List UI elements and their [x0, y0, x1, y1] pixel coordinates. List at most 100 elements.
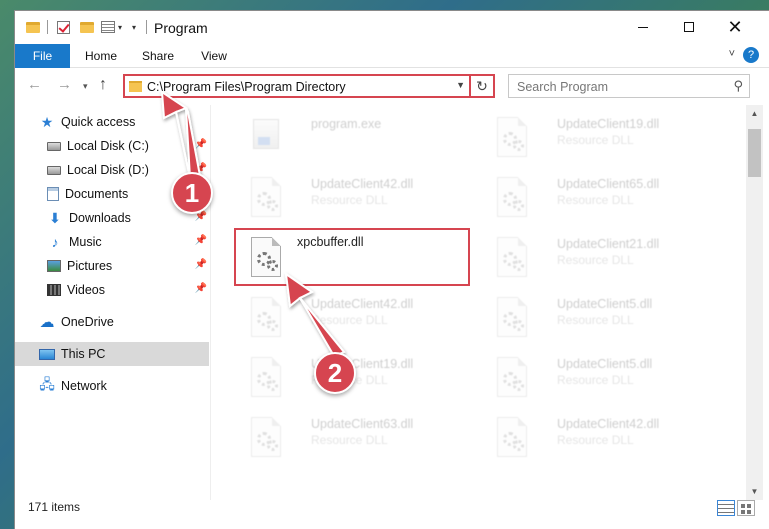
file-type: Resource DLL [557, 433, 634, 447]
dll-icon [493, 415, 533, 461]
cloud-icon: ☁ [39, 314, 55, 331]
file-item[interactable]: UpdateClient63.dll Resource DLL [239, 409, 479, 467]
file-name: UpdateClient19.dll [557, 117, 660, 131]
scrollbar-thumb[interactable] [748, 129, 761, 177]
sidebar-item-label: Videos [67, 283, 105, 297]
file-type: Resource DLL [557, 193, 634, 207]
sidebar-item-pictures[interactable]: Pictures 📌 [15, 254, 209, 278]
minimize-button[interactable] [620, 11, 666, 43]
file-type: Resource DLL [557, 313, 634, 327]
file-name: program.exe [311, 117, 382, 131]
file-name: UpdateClient42.dll [311, 177, 414, 191]
step-1-badge: 1 [171, 172, 213, 214]
file-item[interactable]: UpdateClient42.dll Resource DLL [239, 169, 479, 227]
sidebar-item-label: Network [61, 379, 107, 393]
up-arrow-icon[interactable]: ↑ [99, 76, 107, 94]
ribbon: File Home Share View ˅ ? [15, 44, 769, 68]
separator [47, 18, 48, 36]
sidebar-item-local-disk-c[interactable]: Local Disk (C:) 📌 [15, 134, 209, 158]
sidebar-item-music[interactable]: ♪ Music 📌 [15, 230, 209, 254]
address-path[interactable]: C:\Program Files\Program Directory [147, 80, 346, 94]
expand-ribbon-icon[interactable]: ˅ [729, 48, 735, 60]
file-type: Resource DLL [311, 193, 388, 207]
scroll-down-icon[interactable]: ▼ [746, 483, 763, 500]
sidebar-item-videos[interactable]: Videos 📌 [15, 278, 209, 302]
network-icon: 🖧 [39, 376, 55, 392]
file-type: Resource DLL [557, 373, 634, 387]
close-button[interactable]: ✕ [712, 11, 758, 43]
file-name: UpdateClient5.dll [557, 357, 653, 371]
file-item[interactable]: program.exe [239, 109, 479, 167]
selection-highlight [234, 228, 470, 286]
file-type: Resource DLL [557, 253, 634, 267]
documents-icon [47, 187, 59, 201]
properties-icon[interactable] [101, 18, 115, 36]
dll-icon [247, 355, 287, 401]
tab-home[interactable]: Home [77, 44, 125, 68]
dll-icon [493, 235, 533, 281]
file-name: UpdateClient63.dll [311, 417, 414, 431]
sidebar-item-label: Pictures [67, 259, 113, 273]
sidebar-item-label: Local Disk (D:) [67, 163, 149, 177]
file-item[interactable]: UpdateClient42.dll Resource DLL [485, 409, 725, 467]
title-bar: ▾ ▾ Program ✕ [15, 11, 769, 44]
vertical-scrollbar[interactable]: ▲ ▼ [746, 105, 763, 500]
scroll-up-icon[interactable]: ▲ [746, 105, 763, 122]
pin-icon[interactable]: 📌 [195, 235, 207, 246]
file-type: Resource DLL [311, 433, 388, 447]
maximize-button[interactable] [666, 11, 712, 43]
file-name: UpdateClient21.dll [557, 237, 660, 251]
pin-icon[interactable]: 📌 [195, 283, 207, 294]
navigation-bar: ← → ▾ ↑ C:\Program Files\Program Directo… [15, 69, 769, 103]
tab-view[interactable]: View [191, 44, 237, 68]
folder-icon [26, 18, 40, 36]
pictures-icon [47, 260, 61, 272]
chevron-down-icon[interactable]: ▼ [456, 80, 465, 90]
recent-locations-icon[interactable]: ▾ [83, 81, 88, 92]
videos-icon [47, 284, 61, 296]
address-bar[interactable]: C:\Program Files\Program Directory ▼ ↻ [123, 74, 495, 98]
file-item[interactable]: UpdateClient21.dll Resource DLL [485, 229, 725, 287]
sidebar-item-network[interactable]: 🖧 Network [15, 374, 209, 398]
details-view-icon[interactable] [717, 500, 735, 516]
file-type: Resource DLL [557, 133, 634, 147]
computer-icon [39, 348, 55, 360]
dll-icon [247, 415, 287, 461]
help-icon[interactable]: ? [743, 47, 759, 63]
tab-file[interactable]: File [15, 44, 70, 68]
dll-icon [493, 295, 533, 341]
file-type: Resource DLL [311, 313, 388, 327]
sidebar-item-this-pc[interactable]: This PC [15, 342, 209, 366]
sidebar-item-onedrive[interactable]: ☁ OneDrive [15, 310, 209, 334]
file-item[interactable]: UpdateClient19.dll Resource DLL [485, 109, 725, 167]
chevron-down-icon[interactable]: ▾ [118, 18, 122, 36]
new-folder-icon[interactable] [80, 18, 94, 36]
tab-share[interactable]: Share [133, 44, 183, 68]
customize-toolbar-icon[interactable]: ▾ [132, 18, 136, 36]
file-name: UpdateClient65.dll [557, 177, 660, 191]
file-item[interactable]: UpdateClient42.dll Resource DLL [239, 289, 479, 347]
pin-icon[interactable]: 📌 [195, 139, 207, 150]
exe-icon [247, 115, 287, 161]
search-box[interactable]: Search Program ⚲ [508, 74, 750, 98]
file-item[interactable]: UpdateClient5.dll Resource DLL [485, 289, 725, 347]
large-icons-view-icon[interactable] [737, 500, 755, 516]
file-item[interactable]: UpdateClient65.dll Resource DLL [485, 169, 725, 227]
properties-check-icon[interactable] [57, 18, 70, 36]
item-count: 171 items [28, 500, 81, 514]
back-arrow-icon[interactable]: ← [27, 76, 42, 93]
forward-arrow-icon[interactable]: → [57, 76, 72, 93]
dll-icon [493, 175, 533, 221]
status-bar: 171 items [15, 500, 769, 529]
file-item[interactable]: UpdateClient5.dll Resource DLL [485, 349, 725, 407]
drive-icon [47, 165, 61, 175]
search-input[interactable]: Search Program [517, 80, 608, 94]
refresh-icon[interactable]: ↻ [469, 76, 493, 96]
pin-icon[interactable]: 📌 [195, 259, 207, 270]
file-name: UpdateClient42.dll [311, 297, 414, 311]
search-icon[interactable]: ⚲ [733, 78, 743, 94]
window-title: Program [154, 20, 208, 36]
sidebar-item-quick-access[interactable]: ★ Quick access [15, 110, 209, 134]
file-item[interactable]: UpdateClient19.dll Resource DLL [239, 349, 479, 407]
minimize-icon [638, 26, 648, 28]
